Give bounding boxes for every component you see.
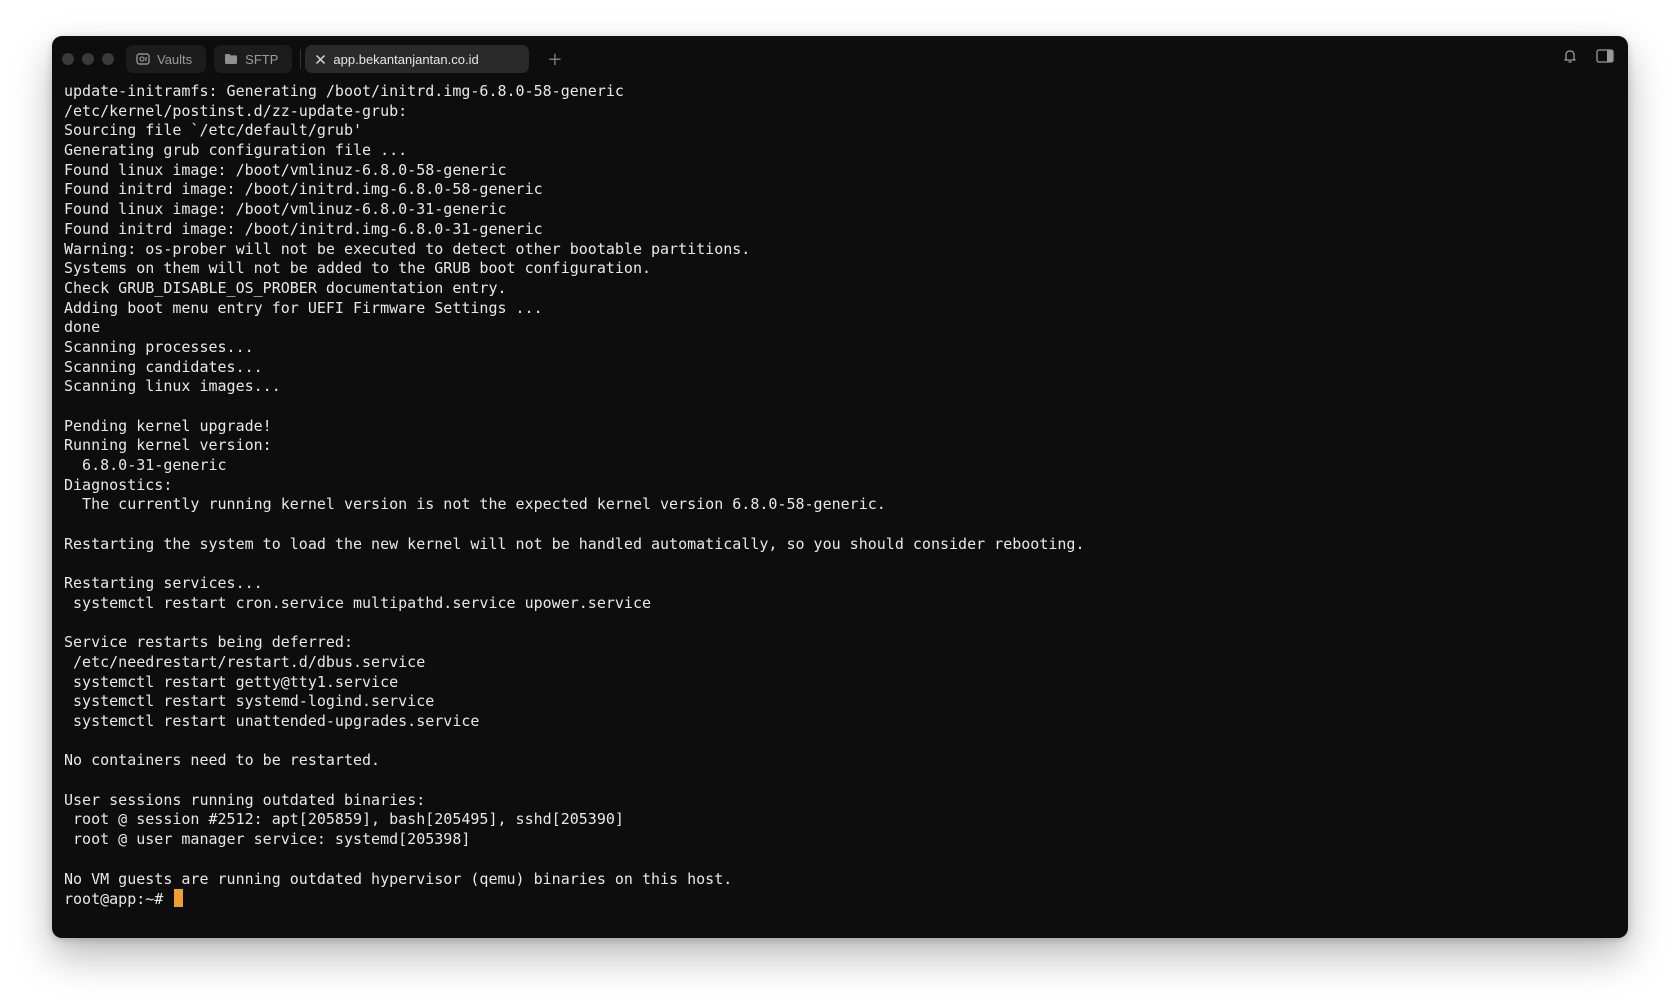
titlebar-actions <box>1562 48 1614 68</box>
terminal-line: Pending kernel upgrade! <box>64 416 272 435</box>
tab-label: app.bekantanjantan.co.id <box>333 51 479 67</box>
terminal-line: Scanning processes... <box>64 337 254 356</box>
terminal-line: Found initrd image: /boot/initrd.img-6.8… <box>64 219 543 238</box>
terminal-line: /etc/kernel/postinst.d/zz-update-grub: <box>64 101 408 120</box>
terminal-output[interactable]: update-initramfs: Generating /boot/initr… <box>64 82 1616 938</box>
terminal-line: 6.8.0-31-generic <box>64 456 227 475</box>
terminal-line: Generating grub configuration file ... <box>64 141 408 160</box>
window-controls <box>62 53 114 65</box>
terminal-line: systemctl restart cron.service multipath… <box>64 593 651 612</box>
bell-icon[interactable] <box>1562 48 1578 68</box>
terminal-line: systemctl restart getty@tty1.service <box>64 672 399 691</box>
terminal-line: Adding boot menu entry for UEFI Firmware… <box>64 298 543 317</box>
terminal-line: Restarting services... <box>64 574 263 593</box>
terminal-line: Restarting the system to load the new ke… <box>64 534 1085 553</box>
shell-prompt: root@app:~# <box>64 890 173 909</box>
tab-sftp[interactable]: SFTP <box>214 45 293 73</box>
new-tab-button[interactable]: + <box>547 49 562 70</box>
sidebar-panel-icon[interactable] <box>1596 48 1614 68</box>
terminal-line: done <box>64 318 101 337</box>
terminal-line: Systems on them will not be added to the… <box>64 259 651 278</box>
terminal-line: Found linux image: /boot/vmlinuz-6.8.0-5… <box>64 160 507 179</box>
terminal-line: /etc/needrestart/restart.d/dbus.service <box>64 652 426 671</box>
tab-host-session[interactable]: app.bekantanjantan.co.id <box>305 45 530 73</box>
terminal-line: Found linux image: /boot/vmlinuz-6.8.0-3… <box>64 200 507 219</box>
text-cursor <box>174 889 184 908</box>
tab-label: Vaults <box>157 51 193 67</box>
close-icon[interactable] <box>315 54 326 65</box>
tab-divider <box>300 49 302 69</box>
vault-icon <box>136 52 150 66</box>
terminal-line: Found initrd image: /boot/initrd.img-6.8… <box>64 180 543 199</box>
terminal-line: No containers need to be restarted. <box>64 751 381 770</box>
terminal-line: Warning: os-prober will not be executed … <box>64 239 751 258</box>
terminal-line: Sourcing file `/etc/default/grub' <box>64 121 363 140</box>
terminal-line: Running kernel version: <box>64 436 272 455</box>
close-window-button[interactable] <box>62 53 74 65</box>
terminal-line: No VM guests are running outdated hyperv… <box>64 869 733 888</box>
terminal-line: Scanning candidates... <box>64 357 263 376</box>
zoom-window-button[interactable] <box>102 53 114 65</box>
tab-vaults[interactable]: Vaults <box>126 45 207 73</box>
terminal-line: systemctl restart unattended-upgrades.se… <box>64 712 480 730</box>
tab-label: SFTP <box>245 51 279 67</box>
titlebar: Vaults SFTP app.bekantanjantan.co.id + <box>52 36 1628 82</box>
terminal-line: root @ user manager service: systemd[205… <box>64 830 471 849</box>
folder-icon <box>224 53 238 65</box>
terminal-line: root @ session #2512: apt[205859], bash[… <box>64 810 624 829</box>
terminal-line: Scanning linux images... <box>64 377 281 396</box>
terminal-line: Check GRUB_DISABLE_OS_PROBER documentati… <box>64 278 507 297</box>
terminal-line: update-initramfs: Generating /boot/initr… <box>64 82 624 100</box>
minimize-window-button[interactable] <box>82 53 94 65</box>
terminal-line: Service restarts being deferred: <box>64 633 353 652</box>
prompt-line[interactable]: root@app:~# <box>64 889 1616 909</box>
terminal-line: Diagnostics: <box>64 475 173 494</box>
terminal-line: User sessions running outdated binaries: <box>64 790 426 809</box>
terminal-line: The currently running kernel version is … <box>64 495 886 514</box>
terminal-window: Vaults SFTP app.bekantanjantan.co.id + u… <box>52 36 1628 938</box>
terminal-line: systemctl restart systemd-logind.service <box>64 692 435 711</box>
